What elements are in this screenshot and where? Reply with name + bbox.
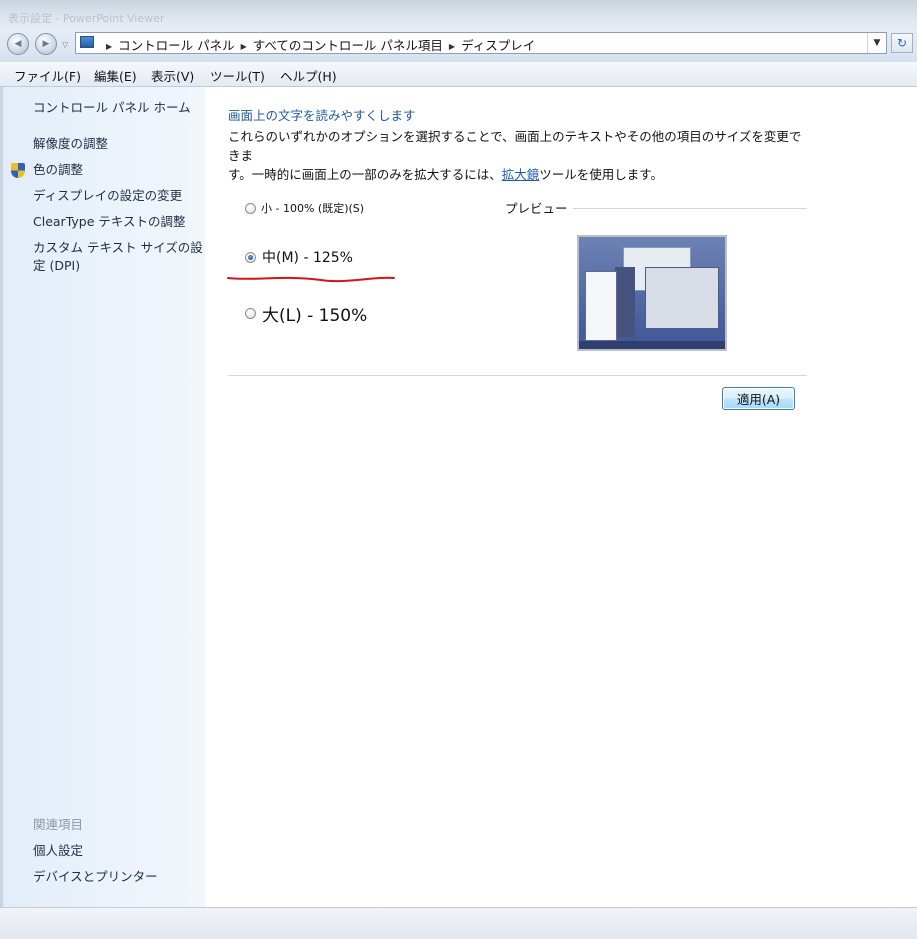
menu-tools[interactable]: ツール(T) (210, 66, 265, 85)
description-line2-post: ツールを使用します。 (539, 167, 664, 182)
radio-large[interactable] (245, 308, 256, 319)
sidebar-item-color[interactable]: 色の調整 (33, 161, 83, 179)
sidebar-item-cleartype[interactable]: ClearType テキストの調整 (33, 213, 186, 231)
breadcrumb-display[interactable]: ディスプレイ (461, 38, 535, 53)
breadcrumb-separator-icon[interactable]: ▶ (241, 42, 247, 51)
radio-small-label[interactable]: 小 - 100% (既定)(S) (261, 200, 364, 216)
sidebar-item-custom-dpi-line2: 定 (DPI) (33, 258, 81, 273)
apply-button[interactable]: 適用(A) (722, 387, 795, 410)
preview-divider (573, 208, 807, 209)
address-bar[interactable]: ▶ コントロール パネル ▶ すべてのコントロール パネル項目 ▶ ディスプレイ ▼ (75, 32, 887, 54)
sidebar-item-personalization[interactable]: 個人設定 (33, 842, 83, 860)
menu-view[interactable]: 表示(V) (151, 66, 194, 85)
description: これらのいずれかのオプションを選択することで、画面上のテキストやその他の項目のサ… (228, 127, 808, 184)
sidebar-home-link[interactable]: コントロール パネル ホーム (33, 99, 191, 117)
recent-pages-dropdown-icon[interactable]: ▽ (62, 40, 68, 49)
related-heading: 関連項目 (33, 817, 84, 832)
sidebar: コントロール パネル ホーム 解像度の調整 色の調整 ディスプレイの設定の変更 … (0, 87, 205, 907)
section-divider (228, 375, 807, 376)
breadcrumb-separator-icon[interactable]: ▶ (449, 42, 455, 51)
window-title: 表示設定 - PowerPoint Viewer (8, 12, 165, 25)
forward-button[interactable]: ▶ (35, 33, 57, 55)
preview-window-front (645, 267, 719, 329)
sidebar-item-resolution[interactable]: 解像度の調整 (33, 135, 108, 153)
title-bar: 表示設定 - PowerPoint Viewer (0, 0, 917, 31)
radio-large-label[interactable]: 大(L) - 150% (262, 301, 367, 326)
uac-shield-icon (11, 163, 25, 178)
control-panel-icon (80, 36, 94, 48)
breadcrumb-separator-icon[interactable]: ▶ (106, 42, 112, 51)
menu-help[interactable]: ヘルプ(H) (280, 66, 337, 85)
menu-file[interactable]: ファイル(F) (14, 66, 81, 85)
breadcrumb-control-panel[interactable]: コントロール パネル (118, 38, 234, 53)
navigation-bar: ◀ ▶ ▽ ▶ コントロール パネル ▶ すべてのコントロール パネル項目 ▶ ディスプレ… (0, 30, 917, 62)
main-content: 画面上の文字を読みやすくします これらのいずれかのオプションを選択することで、画… (205, 87, 917, 907)
preview-window-mid (615, 267, 635, 337)
breadcrumb: ▶ コントロール パネル ▶ すべてのコントロール パネル項目 ▶ ディスプレイ (100, 35, 535, 54)
back-button[interactable]: ◀ (7, 33, 29, 55)
sidebar-item-custom-dpi[interactable]: カスタム テキスト サイズの設 定 (DPI) (33, 239, 203, 275)
red-underline-annotation (227, 276, 395, 283)
back-arrow-icon: ◀ (14, 39, 22, 49)
sidebar-item-display-settings[interactable]: ディスプレイの設定の変更 (33, 187, 182, 205)
preview-taskbar (579, 341, 725, 349)
address-dropdown-icon[interactable]: ▼ (867, 33, 886, 53)
page-title: 画面上の文字を読みやすくします (228, 108, 416, 123)
preview-thumbnail-image (577, 235, 727, 351)
preview-label: プレビュー (505, 201, 568, 216)
preview-window-left (585, 271, 617, 341)
sidebar-item-custom-dpi-line1: カスタム テキスト サイズの設 (33, 240, 203, 255)
magnifier-link[interactable]: 拡大鏡 (502, 167, 540, 182)
refresh-icon: ↻ (896, 36, 908, 50)
menu-edit[interactable]: 編集(E) (94, 66, 137, 85)
radio-medium[interactable] (245, 252, 256, 263)
status-bar (0, 907, 917, 939)
breadcrumb-all-items[interactable]: すべてのコントロール パネル項目 (253, 38, 443, 53)
radio-small[interactable] (245, 203, 256, 214)
radio-medium-label[interactable]: 中(M) - 125% (262, 247, 353, 267)
description-line2-pre: す。一時的に画面上の一部のみを拡大するには、 (228, 167, 502, 182)
description-line1: これらのいずれかのオプションを選択することで、画面上のテキストやその他の項目のサ… (228, 129, 802, 163)
forward-arrow-icon: ▶ (42, 39, 50, 49)
refresh-button[interactable]: ↻ (891, 33, 913, 53)
menu-bar: ファイル(F) 編集(E) 表示(V) ツール(T) ヘルプ(H) (0, 62, 917, 87)
sidebar-item-devices-printers[interactable]: デバイスとプリンター (33, 868, 158, 886)
